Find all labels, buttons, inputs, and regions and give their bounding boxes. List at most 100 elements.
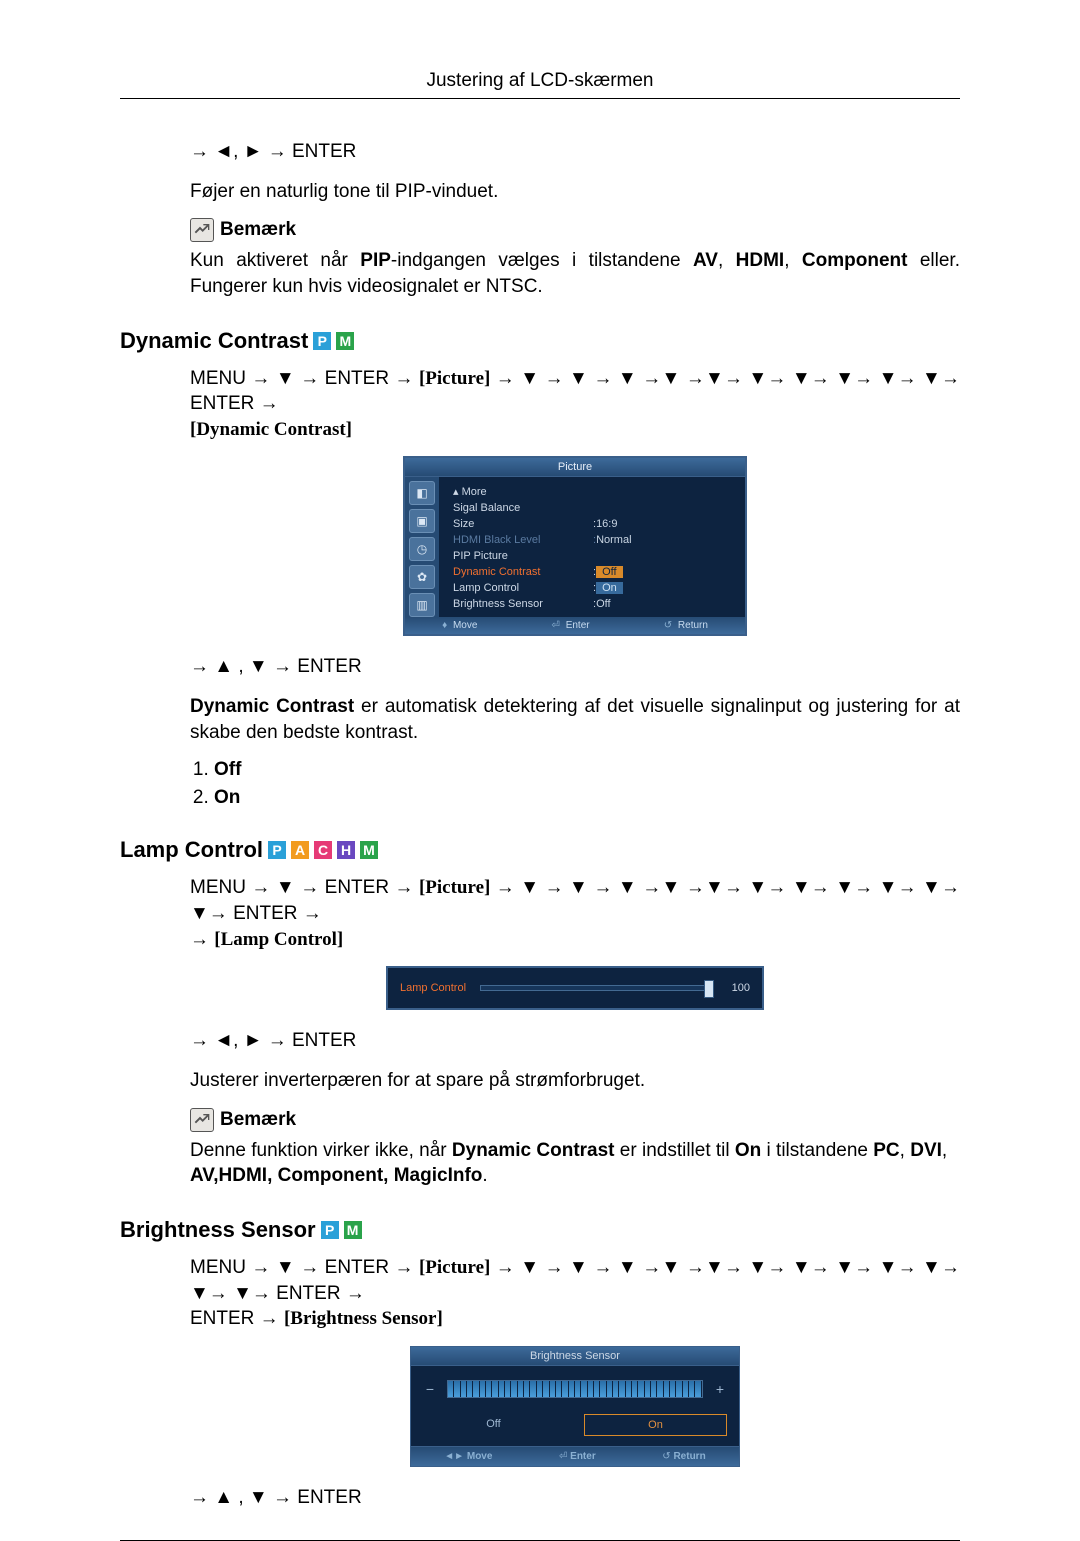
intro-text: Føjer en naturlig tone til PIP-vinduet. xyxy=(190,179,960,205)
path-target: [Brightness Sensor] xyxy=(284,1308,443,1329)
minus-icon: − xyxy=(423,1381,437,1397)
osd-hint-return: ↺ Return xyxy=(664,620,708,631)
text-bold: PC xyxy=(873,1140,899,1161)
text-bold: Component xyxy=(802,250,908,271)
text: . xyxy=(482,1165,487,1186)
osd-menu-row: Dynamic Contrast: Off xyxy=(453,564,735,580)
osd-row-label: Lamp Control xyxy=(453,582,593,594)
text: -indgangen vælges i tilstandene xyxy=(391,250,693,271)
note-label: Bemærk xyxy=(220,1109,296,1131)
osd-sidebar-icon: ▣ xyxy=(409,509,435,533)
osd-hint-move: ◄► Move xyxy=(444,1451,492,1462)
text: i tilstandene xyxy=(761,1140,873,1161)
osd-footer: ♦ Move ⏎ Enter ↺ Return xyxy=(405,617,745,634)
note-body: Kun aktiveret når PIP-indgangen vælges i… xyxy=(190,248,960,299)
mode-icon-m: M xyxy=(336,332,354,350)
mode-icon-a: A xyxy=(291,841,309,859)
text-bold: HDMI xyxy=(736,250,785,271)
osd-sidebar-icon: ▥ xyxy=(409,593,435,617)
menu-path: MENU → ▼ → ENTER → [Picture] → ▼ → ▼ → ▼… xyxy=(190,1255,960,1332)
osd-footer: ◄► Move ⏎ Enter ↺ Return xyxy=(410,1447,740,1467)
osd-title: Brightness Sensor xyxy=(410,1346,740,1366)
text: MENU → ▼ → ENTER → xyxy=(190,368,419,389)
osd-sidebar-icon: ✿ xyxy=(409,565,435,589)
osd-lamp-track xyxy=(480,985,714,991)
osd-row-value: On xyxy=(596,582,623,594)
osd-option-off: Off xyxy=(423,1414,564,1436)
divider-top xyxy=(120,98,960,99)
osd-menu-row: Size: 16:9 xyxy=(453,516,735,532)
list-item: Off xyxy=(214,759,960,781)
text: Denne funktion virker ikke, når xyxy=(190,1140,452,1161)
text-bold: DVI xyxy=(910,1140,942,1161)
osd-row-label: HDMI Black Level xyxy=(453,534,593,546)
osd-bright-bar-row: − + xyxy=(423,1380,727,1398)
nav-sequence: → ▲ , ▼ → ENTER xyxy=(190,1485,960,1511)
osd-row-label: Brightness Sensor xyxy=(453,598,593,610)
osd-title: Picture xyxy=(405,458,745,477)
osd-option-on: On xyxy=(584,1414,727,1436)
osd-row-value: 16:9 xyxy=(596,518,617,530)
text-bold: Dynamic Contrast xyxy=(190,696,354,717)
mode-icon-c: C xyxy=(314,841,332,859)
mode-icon-h: H xyxy=(337,841,355,859)
nav-sequence: → ▲ , ▼ → ENTER xyxy=(190,654,960,680)
menu-path: MENU → ▼ → ENTER → [Picture] → ▼ → ▼ → ▼… xyxy=(190,875,960,952)
osd-lamp-slider: Lamp Control 100 xyxy=(386,966,764,1010)
osd-lamp-thumb xyxy=(704,980,714,998)
mode-icon-p: P xyxy=(268,841,286,859)
path-target: [Dynamic Contrast] xyxy=(190,419,352,440)
osd-row-label: Size xyxy=(453,518,593,530)
path-picture: [Picture] xyxy=(419,368,490,389)
osd-menu-row: HDMI Black Level: Normal xyxy=(453,532,735,548)
text-bold: AV,HDMI, Component, MagicInfo xyxy=(190,1165,482,1186)
osd-brightness-sensor: Brightness Sensor − + Off On ◄► Move ⏎ E… xyxy=(410,1346,740,1467)
description: Justerer inverterpæren for at spare på s… xyxy=(190,1068,960,1094)
option-label: Off xyxy=(214,759,241,780)
section-heading-brightness-sensor: Brightness Sensor P M xyxy=(120,1217,960,1243)
osd-row-value: Off xyxy=(596,598,610,610)
text-bold: PIP xyxy=(360,250,391,271)
osd-sidebar-icon: ◧ xyxy=(409,481,435,505)
osd-row-value: Normal xyxy=(596,534,631,546)
osd-lamp-value: 100 xyxy=(724,982,750,994)
text: er indstillet til xyxy=(615,1140,735,1161)
mode-icon-p: P xyxy=(313,332,331,350)
osd-menu-row: Lamp Control: On xyxy=(453,580,735,596)
page-header: Justering af LCD-skærmen xyxy=(120,70,960,92)
section-heading-lamp-control: Lamp Control P A C H M xyxy=(120,837,960,863)
path-picture: [Picture] xyxy=(419,877,490,898)
description: Dynamic Contrast er automatisk detekteri… xyxy=(190,694,960,745)
text: MENU → ▼ → ENTER → xyxy=(190,877,419,898)
text-bold: AV xyxy=(693,250,718,271)
section-heading-dynamic-contrast: Dynamic Contrast P M xyxy=(120,328,960,354)
osd-lamp-label: Lamp Control xyxy=(400,982,470,994)
option-list: Off On xyxy=(190,759,960,809)
nav-sequence: → ◄, ► → ENTER xyxy=(190,1028,960,1054)
osd-menu-row: Sigal Balance xyxy=(453,500,735,516)
note-label: Bemærk xyxy=(220,219,296,241)
menu-path: MENU → ▼ → ENTER → [Picture] → ▼ → ▼ → ▼… xyxy=(190,366,960,443)
osd-row-value: Off xyxy=(596,566,622,578)
osd-sidebar-icon: ◷ xyxy=(409,537,435,561)
osd-row-label: Sigal Balance xyxy=(453,502,593,514)
osd-picture-menu: Picture ◧ ▣ ◷ ✿ ▥ More Sigal Balance Size:… xyxy=(403,456,747,636)
text-bold: On xyxy=(735,1140,761,1161)
osd-sidebar: ◧ ▣ ◷ ✿ ▥ xyxy=(405,477,439,617)
mode-icon-p: P xyxy=(321,1221,339,1239)
section-title: Dynamic Contrast xyxy=(120,328,308,354)
path-target: [Lamp Control] xyxy=(214,929,343,950)
osd-hint-enter: ⏎ Enter xyxy=(559,1451,596,1462)
section-title: Brightness Sensor xyxy=(120,1217,316,1243)
mode-icon-m: M xyxy=(360,841,378,859)
mode-icon-m: M xyxy=(344,1221,362,1239)
nav-sequence: → ◄, ► → ENTER xyxy=(190,139,960,165)
plus-icon: + xyxy=(713,1381,727,1397)
osd-menu-row: More xyxy=(453,483,735,500)
osd-bright-options: Off On xyxy=(423,1414,727,1436)
osd-menu-row: Brightness Sensor: Off xyxy=(453,596,735,612)
osd-row-label: Dynamic Contrast xyxy=(453,566,593,578)
text: MENU → ▼ → ENTER → xyxy=(190,1257,419,1278)
section-title: Lamp Control xyxy=(120,837,263,863)
osd-hint-move: ♦ Move xyxy=(442,620,477,631)
